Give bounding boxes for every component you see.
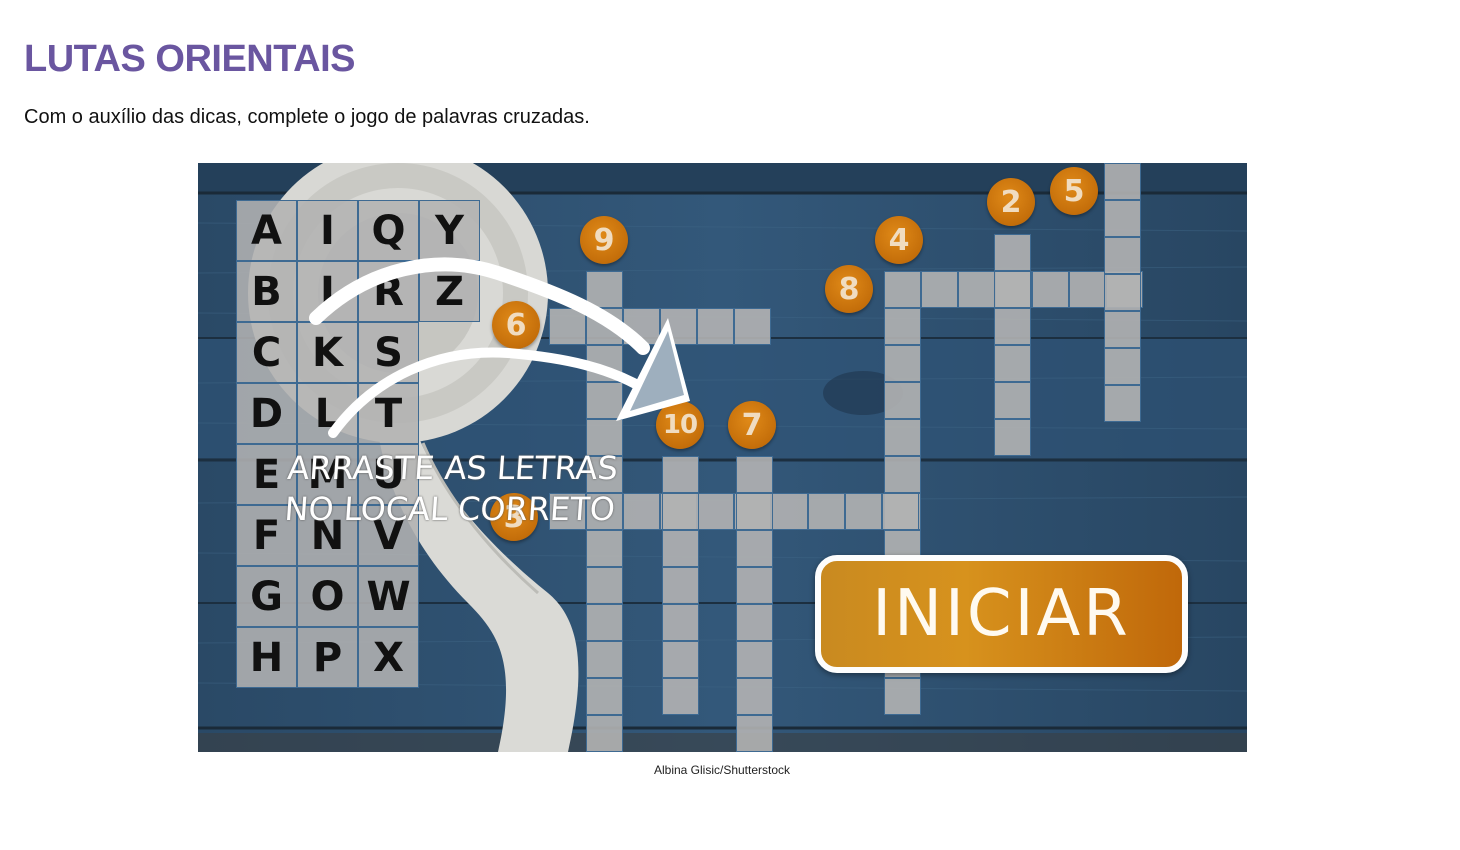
crossword-cell[interactable] xyxy=(586,604,623,641)
crossword-cell[interactable] xyxy=(994,419,1031,456)
letter-tile[interactable]: Z xyxy=(419,261,480,322)
image-credit: Albina Glisic/Shutterstock xyxy=(653,763,791,777)
crossword-cell[interactable] xyxy=(994,308,1031,345)
crossword-cell[interactable] xyxy=(1032,271,1069,308)
crossword-cell[interactable] xyxy=(736,678,773,715)
letter-tile[interactable]: X xyxy=(358,627,419,688)
letter-tile[interactable]: S xyxy=(358,322,419,383)
letter-tile[interactable]: W xyxy=(358,566,419,627)
crossword-cell[interactable] xyxy=(958,271,995,308)
start-button[interactable]: INICIAR xyxy=(815,555,1188,673)
crossword-cell[interactable] xyxy=(1104,274,1141,311)
crossword-cell[interactable] xyxy=(662,530,699,567)
crossword-cell[interactable] xyxy=(662,567,699,604)
letter-tile[interactable]: I xyxy=(297,200,358,261)
letter-tile[interactable]: P xyxy=(297,627,358,688)
letter-tile[interactable]: Y xyxy=(419,200,480,261)
instruction-text: Com o auxílio das dicas, complete o jogo… xyxy=(24,106,590,128)
crossword-cell[interactable] xyxy=(697,493,734,530)
drag-hint-line-2: NO LOCAL CORRETO xyxy=(283,490,617,528)
crossword-cell[interactable] xyxy=(884,382,921,419)
crossword-cell[interactable] xyxy=(697,308,734,345)
letter-tile[interactable]: C xyxy=(236,322,297,383)
crossword-cell[interactable] xyxy=(1069,271,1106,308)
letter-tile[interactable]: B xyxy=(236,261,297,322)
crossword-cell[interactable] xyxy=(586,567,623,604)
crossword-cell[interactable] xyxy=(660,308,697,345)
crossword-cell[interactable] xyxy=(549,308,586,345)
crossword-cell[interactable] xyxy=(662,604,699,641)
crossword-cell[interactable] xyxy=(884,678,921,715)
crossword-cell[interactable] xyxy=(736,493,773,530)
letter-tile[interactable]: D xyxy=(236,383,297,444)
crossword-cell[interactable] xyxy=(1104,200,1141,237)
letter-tile[interactable]: R xyxy=(358,261,419,322)
letter-tile[interactable]: Q xyxy=(358,200,419,261)
crossword-cell[interactable] xyxy=(736,530,773,567)
crossword-cell[interactable] xyxy=(586,641,623,678)
letter-tile[interactable]: G xyxy=(236,566,297,627)
crossword-cell[interactable] xyxy=(662,641,699,678)
clue-number-badge[interactable]: 6 xyxy=(492,301,540,349)
drag-hint-line-1: ARRASTE AS LETRAS xyxy=(286,449,620,487)
crossword-cell[interactable] xyxy=(1104,385,1141,422)
crossword-cell[interactable] xyxy=(1104,163,1141,200)
crossword-cell[interactable] xyxy=(994,234,1031,271)
crossword-cell[interactable] xyxy=(736,456,773,493)
crossword-cell[interactable] xyxy=(845,493,882,530)
crossword-cell[interactable] xyxy=(623,308,660,345)
letter-tile[interactable]: H xyxy=(236,627,297,688)
clue-number-badge[interactable]: 2 xyxy=(987,178,1035,226)
crossword-cell[interactable] xyxy=(1104,348,1141,385)
crossword-cell[interactable] xyxy=(586,345,623,382)
clue-number-badge[interactable]: 10 xyxy=(656,401,704,449)
crossword-cell[interactable] xyxy=(586,382,623,419)
crossword-cell[interactable] xyxy=(586,530,623,567)
crossword-cell[interactable] xyxy=(586,715,623,752)
crossword-cell[interactable] xyxy=(884,419,921,456)
crossword-cell[interactable] xyxy=(662,678,699,715)
letter-tile[interactable]: A xyxy=(236,200,297,261)
page-title: LUTAS ORIENTAIS xyxy=(24,38,355,80)
crossword-cell[interactable] xyxy=(736,567,773,604)
crossword-cell[interactable] xyxy=(623,493,660,530)
crossword-cell[interactable] xyxy=(1104,311,1141,348)
crossword-game[interactable]: A I Q Y B J R Z C K S D L T E M U F N V … xyxy=(198,163,1247,752)
letter-tile[interactable]: L xyxy=(297,383,358,444)
clue-number-badge[interactable]: 9 xyxy=(580,216,628,264)
crossword-cell[interactable] xyxy=(994,382,1031,419)
crossword-cell[interactable] xyxy=(884,456,921,493)
crossword-cell[interactable] xyxy=(734,308,771,345)
crossword-cell[interactable] xyxy=(736,715,773,752)
letter-tile[interactable]: T xyxy=(358,383,419,444)
drag-instruction-text: ARRASTE AS LETRAS NO LOCAL CORRETO xyxy=(283,448,619,530)
crossword-cell[interactable] xyxy=(884,271,921,308)
crossword-cell[interactable] xyxy=(736,641,773,678)
crossword-cell[interactable] xyxy=(882,493,919,530)
crossword-cell[interactable] xyxy=(994,345,1031,382)
crossword-cell[interactable] xyxy=(884,345,921,382)
crossword-cell[interactable] xyxy=(662,456,699,493)
crossword-cell[interactable] xyxy=(884,308,921,345)
crossword-cell[interactable] xyxy=(994,271,1031,308)
letter-tile[interactable]: K xyxy=(297,322,358,383)
crossword-cell[interactable] xyxy=(586,678,623,715)
crossword-cell[interactable] xyxy=(1104,237,1141,274)
crossword-cell[interactable] xyxy=(771,493,808,530)
crossword-cell[interactable] xyxy=(921,271,958,308)
crossword-cell[interactable] xyxy=(662,493,699,530)
crossword-cell[interactable] xyxy=(586,308,623,345)
letter-tile[interactable]: J xyxy=(297,261,358,322)
letter-bank: A I Q Y B J R Z C K S D L T E M U F N V … xyxy=(236,200,480,688)
crossword-cell[interactable] xyxy=(808,493,845,530)
clue-number-badge[interactable]: 4 xyxy=(875,216,923,264)
clue-number-badge[interactable]: 7 xyxy=(728,401,776,449)
clue-number-badge[interactable]: 5 xyxy=(1050,167,1098,215)
letter-tile[interactable]: O xyxy=(297,566,358,627)
crossword-cell[interactable] xyxy=(586,271,623,308)
crossword-cell[interactable] xyxy=(736,604,773,641)
clue-number-badge[interactable]: 8 xyxy=(825,265,873,313)
